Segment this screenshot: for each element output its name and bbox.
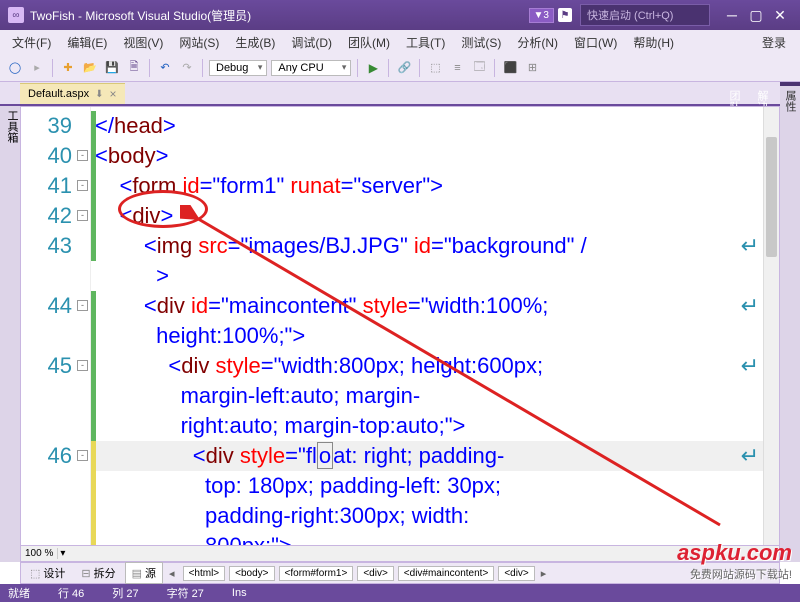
editor-footer: 100 % ▾ [20,546,780,562]
designer-tabs: ⬚设计 ⊟拆分 ▤源 ◂ <html> <body> <form#form1> … [20,562,780,584]
code-area[interactable]: </head><body> <form id="form1" runat="se… [91,107,763,545]
menu-window[interactable]: 窗口(W) [566,32,625,53]
menu-analyze[interactable]: 分析(N) [509,32,566,53]
redo-button[interactable]: ↷ [177,58,197,78]
status-ready: 就绪 [8,585,30,601]
browser-link-button[interactable]: 🔗 [394,58,414,78]
document-tabs: Default.aspx ⬇ × [0,82,800,106]
new-item-button[interactable]: ✚ [58,58,78,78]
right-panel-tabs: 属性 解决方案资源管理器 团队资源管理器 [780,82,800,562]
toolbar: ◯ ▸ ✚ 📂 💾 🗎 ↶ ↷ Debug Any CPU ▶ 🔗 ⬚ ≡ 🗔 … [0,54,800,82]
status-line: 行 46 [58,585,84,601]
undo-button[interactable]: ↶ [155,58,175,78]
menu-debug[interactable]: 调试(D) [283,32,340,53]
window-title: TwoFish - Microsoft Visual Studio(管理员) [30,7,529,24]
split-view-tab[interactable]: ⊟拆分 [74,562,122,584]
flag-icon[interactable]: ⚑ [558,8,572,22]
status-ins: Ins [232,587,247,599]
crumb-html[interactable]: <html> [183,566,226,581]
menu-website[interactable]: 网站(S) [171,32,227,53]
menu-tools[interactable]: 工具(T) [398,32,453,53]
menu-view[interactable]: 视图(V) [115,32,171,53]
menu-file[interactable]: 文件(F) [4,32,59,53]
line-number-gutter: 3940-41-42-43 44- 45- 46- [21,107,91,545]
watermark: aspku.com 免费网站源码下载站! [677,540,792,582]
menu-edit[interactable]: 编辑(E) [59,32,115,53]
nav-back-button[interactable]: ◯ [5,58,25,78]
tab-label: Default.aspx [28,88,89,100]
vs-logo-icon: ∞ [8,7,24,23]
menu-build[interactable]: 生成(B) [227,32,283,53]
platform-dropdown[interactable]: Any CPU [271,60,351,76]
maximize-button[interactable]: ▢ [744,7,768,24]
tb-misc-3[interactable]: 🗔 [469,58,489,78]
title-bar: ∞ TwoFish - Microsoft Visual Studio(管理员)… [0,0,800,30]
pin-icon[interactable]: ⬇ [95,89,103,100]
quick-launch-input[interactable]: 快速启动 (Ctrl+Q) [580,4,710,26]
tab-close-icon[interactable]: × [110,87,117,101]
menu-bar: 文件(F) 编辑(E) 视图(V) 网站(S) 生成(B) 调试(D) 团队(M… [0,30,800,54]
status-char: 字符 27 [167,585,204,601]
status-bar: 就绪 行 46 列 27 字符 27 Ins [0,584,800,602]
menu-team[interactable]: 团队(M) [340,32,398,53]
toolbox-panel-tab[interactable]: 工具箱 [0,106,20,562]
crumb-prev[interactable]: ◂ [165,567,179,580]
design-view-tab[interactable]: ⬚设计 [23,562,72,584]
vertical-scrollbar[interactable] [763,107,779,545]
open-button[interactable]: 📂 [80,58,100,78]
status-col: 列 27 [112,585,138,601]
save-button[interactable]: 💾 [102,58,122,78]
nav-fwd-button[interactable]: ▸ [27,58,47,78]
start-button[interactable]: ▶ [363,58,383,78]
code-editor[interactable]: 3940-41-42-43 44- 45- 46- </head><body> … [20,106,780,546]
menu-help[interactable]: 帮助(H) [625,32,682,53]
crumb-form[interactable]: <form#form1> [279,566,354,581]
crumb-maincontent[interactable]: <div#maincontent> [398,566,495,581]
save-all-button[interactable]: 🗎 [124,58,144,78]
crumb-body[interactable]: <body> [229,566,274,581]
sign-in-link[interactable]: 登录 [752,32,796,53]
tb-misc-5[interactable]: ⊞ [522,58,542,78]
menu-test[interactable]: 测试(S) [453,32,509,53]
tb-misc-4[interactable]: ⬛ [500,58,520,78]
crumb-div2[interactable]: <div> [498,566,534,581]
crumb-div1[interactable]: <div> [357,566,393,581]
minimize-button[interactable]: ─ [720,7,744,23]
zoom-level[interactable]: 100 % [21,548,58,559]
crumb-next[interactable]: ▸ [537,567,551,580]
tab-default-aspx[interactable]: Default.aspx ⬇ × [20,83,125,104]
tb-misc-1[interactable]: ⬚ [425,58,445,78]
config-dropdown[interactable]: Debug [209,60,267,76]
notification-badge[interactable]: ▼3 [529,8,554,23]
tb-misc-2[interactable]: ≡ [447,58,467,78]
source-view-tab[interactable]: ▤源 [125,562,163,584]
close-button[interactable]: ✕ [768,7,792,24]
properties-tab[interactable]: 属性 [780,86,800,562]
